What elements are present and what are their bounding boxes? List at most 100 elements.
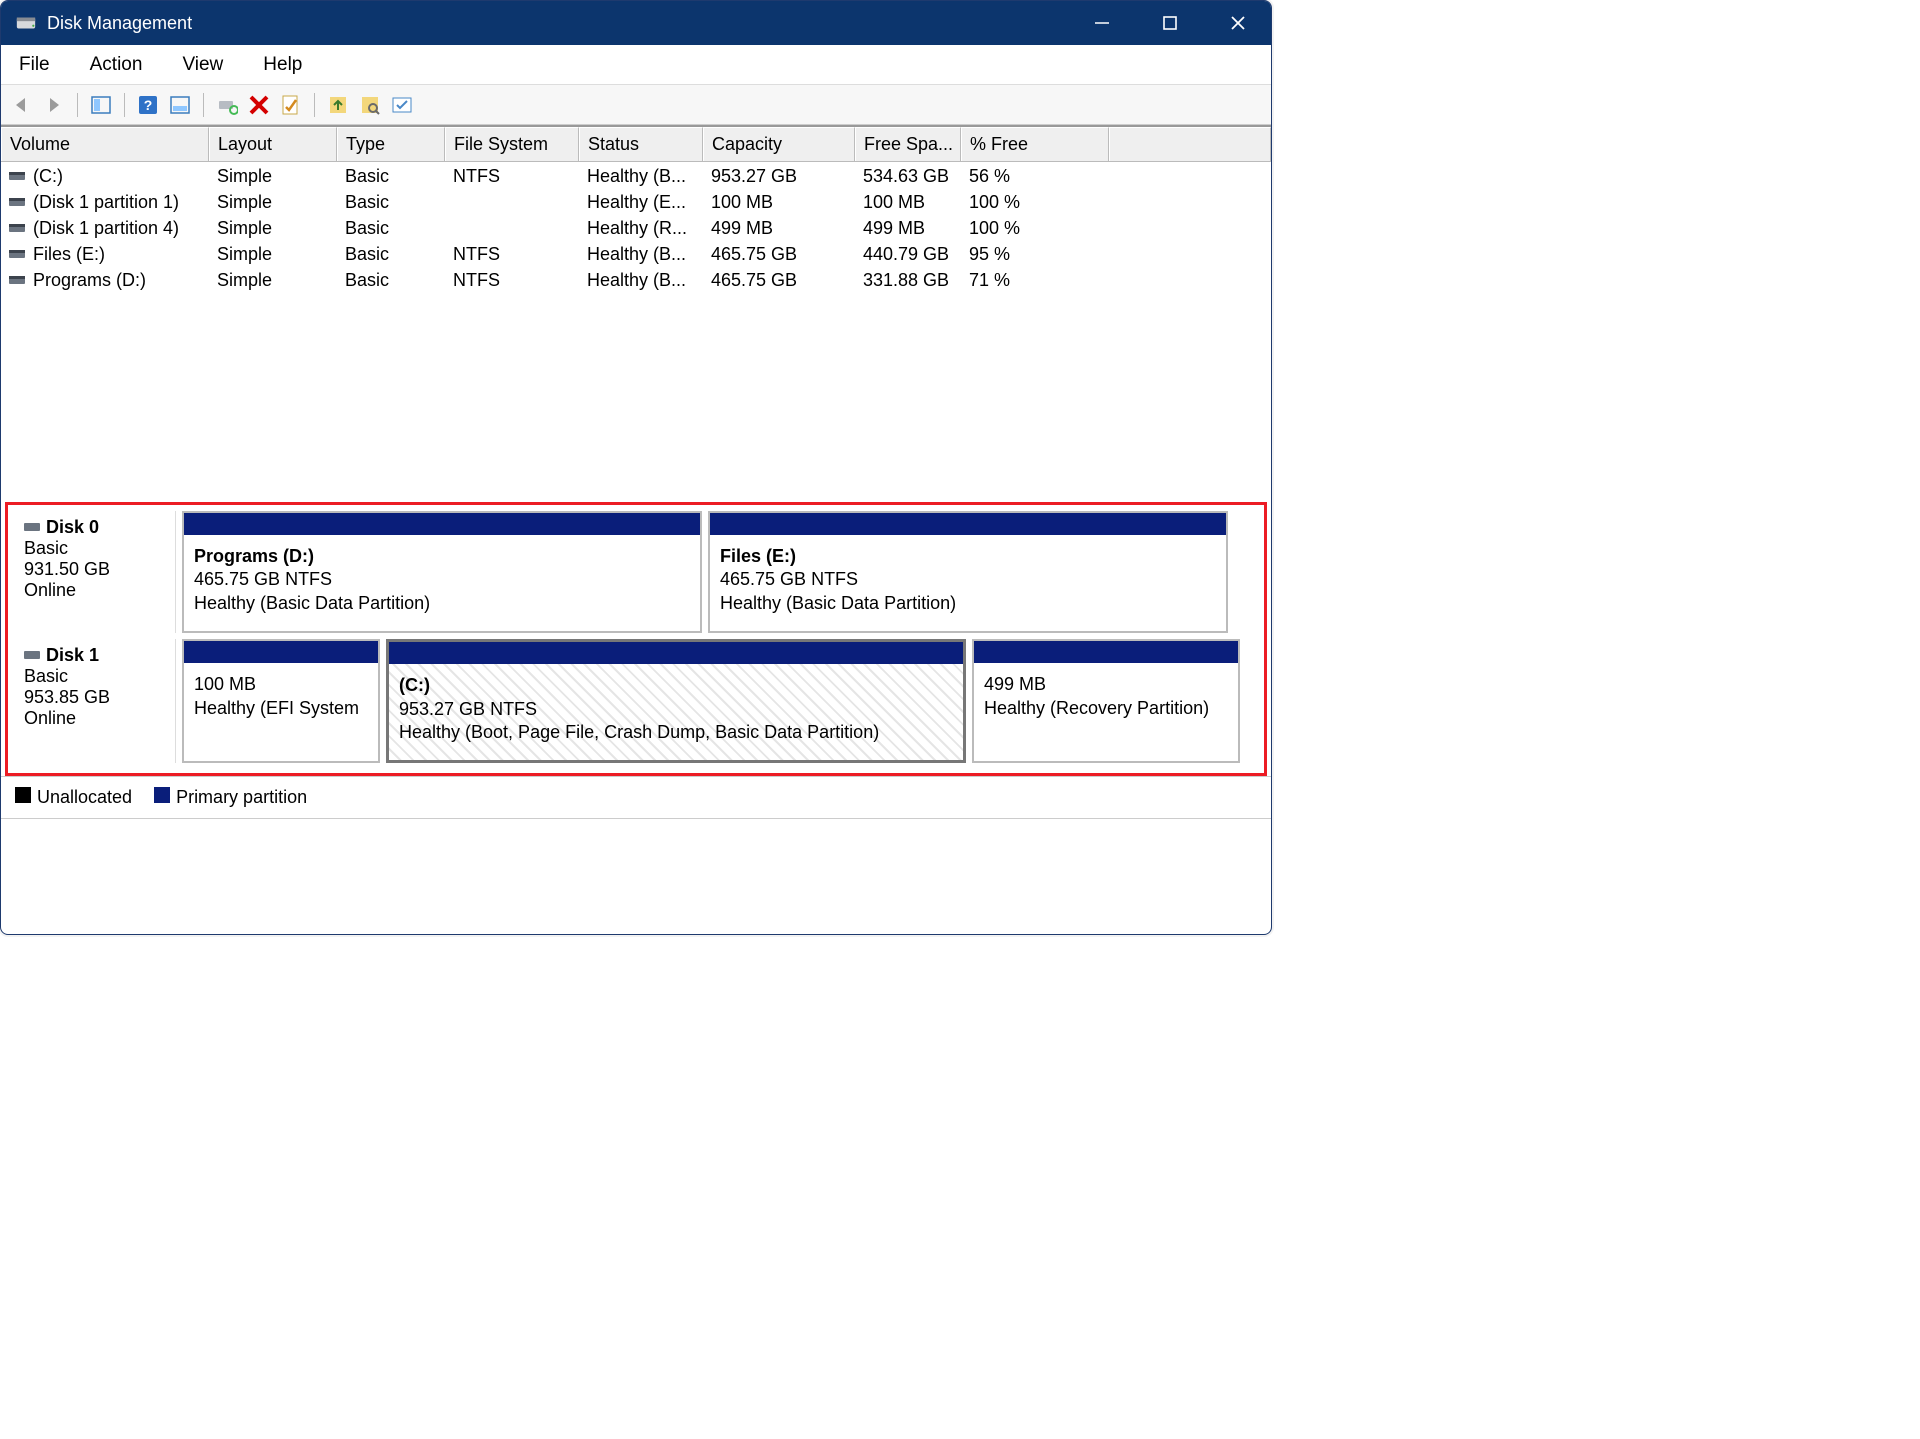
partition[interactable]: (C:)953.27 GB NTFSHealthy (Boot, Page Fi… bbox=[386, 639, 966, 763]
volume-pct: 56 % bbox=[961, 165, 1109, 188]
action2-icon[interactable] bbox=[357, 92, 383, 118]
nav-back-icon[interactable] bbox=[9, 92, 35, 118]
maximize-button[interactable] bbox=[1157, 10, 1183, 36]
volume-type: Basic bbox=[337, 191, 445, 214]
nav-forward-icon[interactable] bbox=[41, 92, 67, 118]
col-type[interactable]: Type bbox=[337, 127, 445, 161]
menu-bar: File Action View Help bbox=[1, 45, 1271, 85]
disk-state: Online bbox=[24, 708, 165, 729]
volume-fs: NTFS bbox=[445, 243, 579, 266]
volume-name: Files (E:) bbox=[33, 244, 105, 264]
disk-row: Disk 0Basic931.50 GBOnlinePrograms (D:)4… bbox=[8, 511, 1264, 633]
volume-name: Programs (D:) bbox=[33, 270, 146, 290]
col-filesystem[interactable]: File System bbox=[445, 127, 579, 161]
volume-row[interactable]: Files (E:)SimpleBasicNTFSHealthy (B...46… bbox=[1, 240, 1271, 266]
volume-free: 100 MB bbox=[855, 191, 961, 214]
volume-pct: 95 % bbox=[961, 243, 1109, 266]
disk-size: 953.85 GB bbox=[24, 687, 165, 708]
volume-name: (C:) bbox=[33, 166, 63, 186]
menu-help[interactable]: Help bbox=[257, 50, 308, 80]
menu-action[interactable]: Action bbox=[84, 50, 149, 80]
volume-pct: 71 % bbox=[961, 269, 1109, 292]
col-layout[interactable]: Layout bbox=[209, 127, 337, 161]
volume-free: 440.79 GB bbox=[855, 243, 961, 266]
disk-row: Disk 1Basic953.85 GBOnline100 MBHealthy … bbox=[8, 639, 1264, 763]
volume-name: (Disk 1 partition 4) bbox=[33, 218, 179, 238]
volume-row[interactable]: Programs (D:)SimpleBasicNTFSHealthy (B..… bbox=[1, 266, 1271, 292]
show-tree-icon[interactable] bbox=[88, 92, 114, 118]
volume-layout: Simple bbox=[209, 243, 337, 266]
volume-icon bbox=[9, 222, 27, 234]
rescan-icon[interactable] bbox=[214, 92, 240, 118]
disk-info[interactable]: Disk 1Basic953.85 GBOnline bbox=[8, 639, 176, 763]
action3-icon[interactable] bbox=[389, 92, 415, 118]
volume-free: 534.63 GB bbox=[855, 165, 961, 188]
volume-icon bbox=[9, 274, 27, 286]
delete-icon[interactable] bbox=[246, 92, 272, 118]
partition[interactable]: 499 MBHealthy (Recovery Partition) bbox=[972, 639, 1240, 763]
help-icon[interactable]: ? bbox=[135, 92, 161, 118]
partition-header bbox=[184, 641, 378, 663]
volume-type: Basic bbox=[337, 165, 445, 188]
col-spare[interactable] bbox=[1109, 127, 1271, 161]
partition-status: Healthy (Recovery Partition) bbox=[984, 697, 1228, 720]
volume-status: Healthy (R... bbox=[579, 217, 703, 240]
col-pctfree[interactable]: % Free bbox=[961, 127, 1109, 161]
disk-info[interactable]: Disk 0Basic931.50 GBOnline bbox=[8, 511, 176, 633]
partition-size: 100 MB bbox=[194, 673, 368, 696]
partition-header bbox=[184, 513, 700, 535]
disk-state: Online bbox=[24, 580, 165, 601]
partition[interactable]: 100 MBHealthy (EFI System bbox=[182, 639, 380, 763]
volume-row[interactable]: (C:)SimpleBasicNTFSHealthy (B...953.27 G… bbox=[1, 162, 1271, 188]
legend: Unallocated Primary partition bbox=[1, 776, 1271, 818]
toolbar: ? bbox=[1, 85, 1271, 125]
title-bar[interactable]: Disk Management bbox=[1, 1, 1271, 45]
volume-name: (Disk 1 partition 1) bbox=[33, 192, 179, 212]
legend-primary: Primary partition bbox=[154, 787, 307, 808]
partition-size: 953.27 GB NTFS bbox=[399, 698, 953, 721]
volume-layout: Simple bbox=[209, 269, 337, 292]
menu-view[interactable]: View bbox=[176, 50, 229, 80]
minimize-button[interactable] bbox=[1089, 10, 1115, 36]
col-status[interactable]: Status bbox=[579, 127, 703, 161]
volume-row[interactable]: (Disk 1 partition 4)SimpleBasicHealthy (… bbox=[1, 214, 1271, 240]
partition-header bbox=[974, 641, 1238, 663]
volume-status: Healthy (E... bbox=[579, 191, 703, 214]
volume-pct: 100 % bbox=[961, 191, 1109, 214]
volume-icon bbox=[9, 170, 27, 182]
partition[interactable]: Files (E:)465.75 GB NTFSHealthy (Basic D… bbox=[708, 511, 1228, 633]
show-bottom-pane-icon[interactable] bbox=[167, 92, 193, 118]
volume-capacity: 100 MB bbox=[703, 191, 855, 214]
volume-status: Healthy (B... bbox=[579, 243, 703, 266]
volume-row[interactable]: (Disk 1 partition 1)SimpleBasicHealthy (… bbox=[1, 188, 1271, 214]
app-icon bbox=[15, 12, 37, 34]
volume-fs bbox=[445, 217, 579, 240]
volume-layout: Simple bbox=[209, 165, 337, 188]
partition-size: 499 MB bbox=[984, 673, 1228, 696]
menu-file[interactable]: File bbox=[13, 50, 56, 80]
partition-status: Healthy (EFI System bbox=[194, 697, 368, 720]
action1-icon[interactable] bbox=[325, 92, 351, 118]
volume-icon bbox=[9, 248, 27, 260]
volume-type: Basic bbox=[337, 217, 445, 240]
col-volume[interactable]: Volume bbox=[1, 127, 209, 161]
volume-free: 499 MB bbox=[855, 217, 961, 240]
close-button[interactable] bbox=[1225, 10, 1251, 36]
volume-fs: NTFS bbox=[445, 269, 579, 292]
volume-fs: NTFS bbox=[445, 165, 579, 188]
disk-size: 931.50 GB bbox=[24, 559, 165, 580]
partition-status: Healthy (Basic Data Partition) bbox=[194, 592, 690, 615]
volume-list-header: Volume Layout Type File System Status Ca… bbox=[1, 125, 1271, 162]
partition[interactable]: Programs (D:)465.75 GB NTFSHealthy (Basi… bbox=[182, 511, 702, 633]
col-capacity[interactable]: Capacity bbox=[703, 127, 855, 161]
window-title: Disk Management bbox=[47, 13, 1089, 34]
volume-capacity: 465.75 GB bbox=[703, 243, 855, 266]
disk-name: Disk 0 bbox=[46, 517, 99, 537]
volume-rows: (C:)SimpleBasicNTFSHealthy (B...953.27 G… bbox=[1, 162, 1271, 502]
disk-management-window: Disk Management File Action View Help ? … bbox=[0, 0, 1272, 935]
disk-type: Basic bbox=[24, 538, 165, 559]
col-freespace[interactable]: Free Spa... bbox=[855, 127, 961, 161]
volume-pct: 100 % bbox=[961, 217, 1109, 240]
partition-header bbox=[389, 642, 963, 664]
properties-icon[interactable] bbox=[278, 92, 304, 118]
